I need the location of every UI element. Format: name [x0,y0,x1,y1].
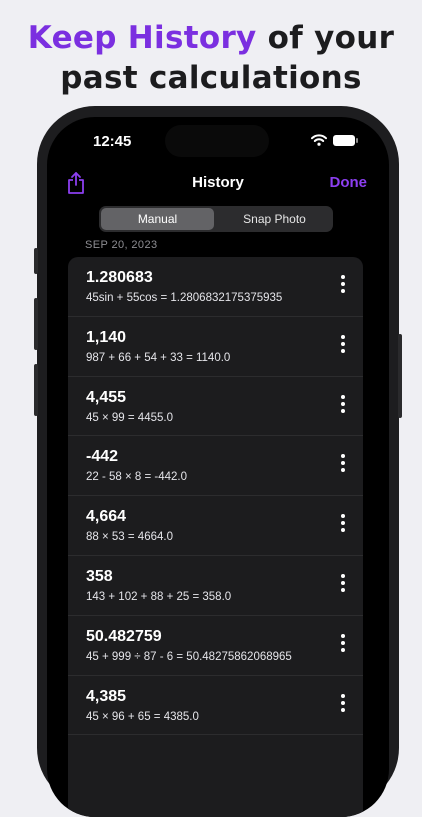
row-result: 4,455 [86,388,127,406]
row-result: 4,664 [86,508,127,526]
headline-line-1: Keep History of your [0,18,422,58]
headline: Keep History of your past calculations [0,18,422,98]
segment-manual[interactable]: Manual [101,208,214,230]
row-expression: 987 + 66 + 54 + 33 = 1140.0 [86,351,231,364]
more-vertical-icon[interactable] [340,394,346,417]
action-button [34,248,38,274]
segment-snap-photo[interactable]: Snap Photo [218,208,331,230]
history-row[interactable]: 50.482759 45 + 999 ÷ 87 - 6 = 50.4827586… [68,616,363,676]
dynamic-island [165,125,269,157]
row-result: 358 [86,567,113,585]
row-result: -442 [86,448,119,466]
more-vertical-icon[interactable] [340,514,346,536]
history-row[interactable]: 1.280683 45sin + 55cos = 1.2806832175375… [68,257,363,317]
history-row[interactable]: 4,385 45 × 96 + 65 = 4385.0 [68,676,363,736]
history-row[interactable]: -442 22 - 58 × 8 = -442.0 [68,436,363,497]
more-vertical-icon[interactable] [340,454,346,476]
more-vertical-icon[interactable] [340,275,346,297]
row-result: 4,385 [86,687,127,705]
section-date: SEP 20, 2023 [85,239,158,251]
history-row[interactable]: 4,664 88 × 53 = 4664.0 [68,496,363,556]
done-button[interactable]: Done [330,174,368,191]
status-time: 12:45 [93,133,132,150]
row-expression: 45sin + 55cos = 1.2806832175375935 [86,292,283,304]
row-expression: 88 × 53 = 4664.0 [86,531,173,544]
row-expression: 45 × 99 = 4455.0 [86,411,173,424]
volume-up-button [34,298,38,350]
history-row[interactable]: 4,455 45 × 99 = 4455.0 [68,377,363,437]
mode-segmented-control: Manual Snap Photo [99,206,333,232]
history-row[interactable]: 1,140 987 + 66 + 54 + 33 = 1140.0 [68,317,363,377]
more-vertical-icon[interactable] [340,573,346,596]
nav-bar: History Done [47,167,389,197]
battery-icon [333,134,358,146]
headline-rest: of your [256,20,395,56]
row-result: 50.482759 [86,627,162,645]
more-vertical-icon[interactable] [340,693,346,716]
volume-down-button [34,364,38,416]
row-expression: 45 + 999 ÷ 87 - 6 = 50.48275862068965 [86,650,292,663]
more-vertical-icon[interactable] [340,334,346,357]
status-icons [311,134,358,146]
more-vertical-icon[interactable] [340,633,346,656]
row-result: 1.280683 [86,269,153,286]
row-result: 1,140 [86,328,127,346]
history-row[interactable]: 358 143 + 102 + 88 + 25 = 358.0 [68,556,363,616]
row-expression: 22 - 58 × 8 = -442.0 [86,471,188,484]
row-expression: 45 × 96 + 65 = 4385.0 [86,710,199,723]
headline-line-2: past calculations [60,60,362,96]
headline-accent: Keep History [27,20,257,56]
row-expression: 143 + 102 + 88 + 25 = 358.0 [86,590,232,603]
history-list: 1.280683 45sin + 55cos = 1.2806832175375… [68,257,363,817]
phone-screen: 12:45 History Done Manual Snap Photo SEP… [47,117,389,817]
wifi-icon [311,134,327,146]
power-button [398,334,402,418]
